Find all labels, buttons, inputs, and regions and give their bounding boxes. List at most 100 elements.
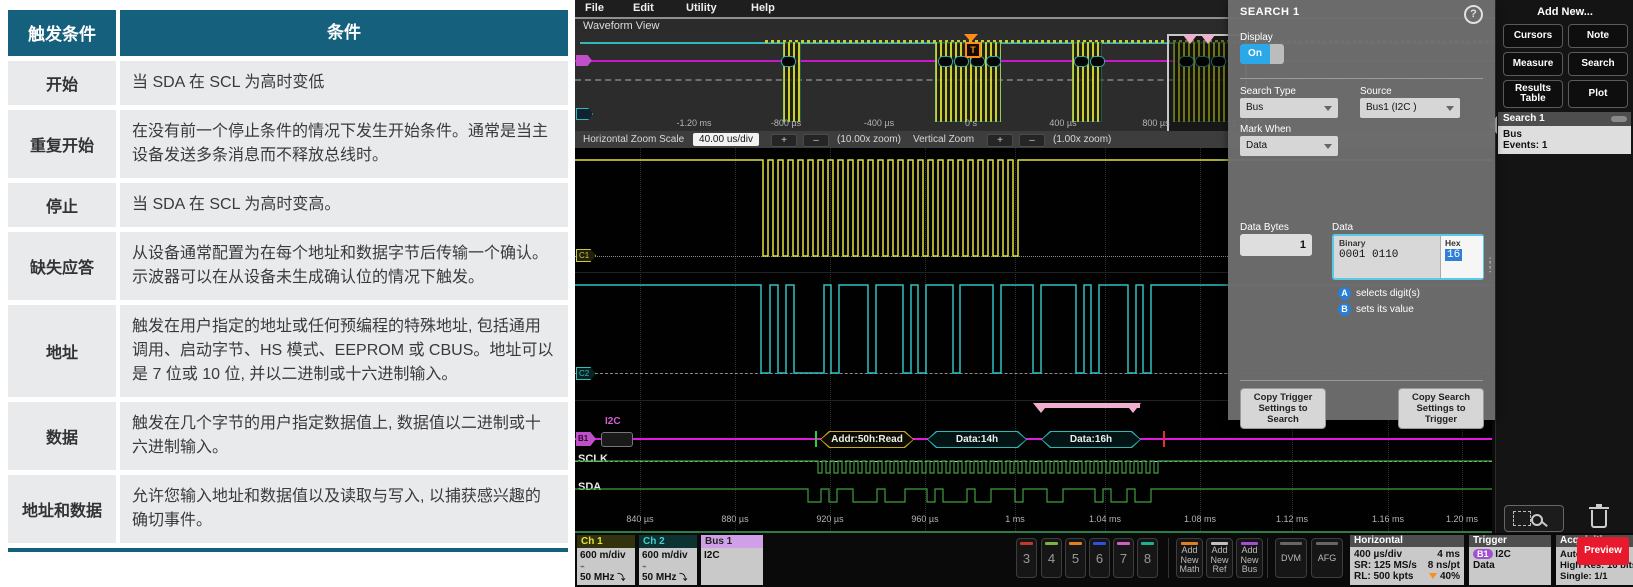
zoom-tick: 1.20 ms — [1446, 514, 1478, 524]
menu-utility[interactable]: Utility — [686, 2, 717, 14]
ch2-bandwidth: 50 MHz — [642, 572, 676, 583]
card-toggle-icon[interactable] — [1611, 116, 1627, 122]
row-label: 缺失应答 — [8, 232, 116, 300]
help-icon[interactable]: ? — [1464, 5, 1483, 24]
mark-when-label: Mark When — [1240, 124, 1291, 135]
trigger-T-badge[interactable]: T — [965, 42, 981, 58]
hex-value-input[interactable]: 16 — [1445, 249, 1462, 261]
hzoom-plus-button[interactable]: + — [771, 134, 797, 147]
zoom-tick: 960 µs — [911, 514, 938, 524]
row-desc: 触发在几个字节的用户指定数据值上, 数据值以二进制或十六进制输入。 — [120, 402, 568, 470]
toggle-knob — [1270, 44, 1284, 64]
add-new-bus-button[interactable]: Add New Bus — [1236, 538, 1263, 578]
knob-b-hint: sets its value — [1356, 304, 1414, 315]
bus1-setting-badge[interactable]: Bus 1 I2C — [701, 535, 763, 585]
zoom-box-icon — [1513, 511, 1531, 526]
binary-value-input[interactable]: 0001 0110 — [1339, 249, 1398, 261]
channel-4-button[interactable]: 4 — [1041, 538, 1062, 578]
add-new-ref-button[interactable]: Add New Ref — [1206, 538, 1233, 578]
channel-7-button[interactable]: 7 — [1113, 538, 1134, 578]
search1-config-panel: SEARCH 1 ? Display On Search Type Bus So… — [1228, 0, 1495, 420]
decode-box-data2[interactable]: Data:16h — [1041, 431, 1141, 448]
data-entry-group: Binary 0001 0110 Hex 16 — [1332, 234, 1484, 280]
ch2-scale: 600 m/div — [642, 550, 688, 561]
vzoom-plus-button[interactable]: + — [987, 134, 1013, 147]
trigger-badge[interactable]: Trigger B1 I2C Data — [1469, 535, 1551, 585]
menu-edit[interactable]: Edit — [633, 2, 654, 14]
horizontal-title: Horizontal — [1350, 535, 1464, 547]
overview-tick: 0 s — [965, 118, 977, 128]
ch1-setting-badge[interactable]: Ch 1 600 m/div ⌁ 50 MHz ⤵ — [577, 535, 635, 585]
chevron-down-icon — [1446, 106, 1454, 111]
row-desc: 触发在用户指定的地址或任何预编程的特殊地址, 包括通用调用、启动字节、HS 模式… — [120, 305, 568, 397]
overview-decode-mark — [938, 56, 953, 67]
zoom-tick: 1.04 ms — [1089, 514, 1121, 524]
data-label: Data — [1332, 222, 1353, 233]
table-row: 地址和数据 允许您输入地址和数据值以及读取与写入, 以捕获感兴趣的确切事件。 — [8, 475, 568, 543]
add-results-table-button[interactable]: Results Table — [1503, 80, 1563, 108]
row-desc: 允许您输入地址和数据值以及读取与写入, 以捕获感兴趣的确切事件。 — [120, 475, 568, 543]
overview-tick: -800 µs — [771, 118, 801, 128]
stop-condition-tick — [1163, 431, 1165, 447]
search-type-dropdown[interactable]: Bus — [1240, 98, 1338, 118]
decode-box-data1[interactable]: Data:14h — [927, 431, 1027, 448]
bandwidth-icon: ⤵ — [617, 573, 625, 582]
mark-when-dropdown[interactable]: Data — [1240, 136, 1338, 156]
preview-button[interactable]: Preview — [1577, 537, 1629, 565]
source-dropdown[interactable]: Bus1 (I2C ) — [1360, 98, 1460, 118]
panel-drag-handle[interactable]: ∶∶∶ — [1489, 258, 1491, 273]
add-measure-button[interactable]: Measure — [1503, 52, 1563, 76]
trigger-position-icon[interactable] — [964, 34, 978, 42]
channel-5-button[interactable]: 5 — [1065, 538, 1086, 578]
toggle-on-label: On — [1240, 44, 1270, 64]
channel-3-button[interactable]: 3 — [1016, 538, 1037, 578]
channel-8-button[interactable]: 8 — [1137, 538, 1158, 578]
trigger-pos-icon — [1429, 573, 1437, 579]
table-header-condition: 条件 — [120, 10, 568, 56]
menu-help[interactable]: Help — [751, 2, 775, 14]
dvm-button[interactable]: DVM — [1275, 538, 1307, 578]
add-note-button[interactable]: Note — [1568, 24, 1628, 48]
decode-box-addr[interactable]: Addr:50h:Read — [820, 431, 914, 448]
data-bytes-input[interactable]: 1 — [1240, 234, 1312, 256]
row-label: 数据 — [8, 402, 116, 470]
divider — [1267, 538, 1268, 578]
channel-6-button[interactable]: 6 — [1089, 538, 1110, 578]
overview-tick: 800 µs — [1142, 118, 1169, 128]
search-mark-icon — [1033, 403, 1049, 413]
overview-decode-mark — [781, 56, 796, 67]
ch2-badge-icon[interactable] — [576, 108, 593, 120]
afg-button[interactable]: AFG — [1311, 538, 1343, 578]
zoom-tool-button[interactable] — [1504, 505, 1564, 532]
menu-file[interactable]: File — [585, 2, 604, 14]
bus1-badge-icon[interactable] — [576, 55, 592, 66]
table-row: 缺失应答 从设备通常配置为在每个地址和数据字节后传输一个确认。示波器可以在从设备… — [8, 232, 568, 300]
display-toggle[interactable]: On — [1240, 44, 1286, 64]
trigger-title: Trigger — [1469, 535, 1551, 547]
hzoom-scale-input[interactable]: 40.00 us/div — [693, 133, 759, 146]
hex-subpanel: Hex 16 — [1440, 236, 1483, 278]
add-plot-button[interactable]: Plot — [1568, 80, 1628, 108]
copy-trigger-to-search-button[interactable]: Copy Trigger Settings to Search — [1240, 388, 1326, 429]
binary-label: Binary — [1339, 238, 1365, 248]
bus-collapsed-box[interactable] — [601, 432, 633, 447]
table-row: 数据 触发在几个字节的用户指定数据值上, 数据值以二进制或十六进制输入。 — [8, 402, 568, 470]
magnifier-handle-icon — [1541, 521, 1548, 527]
copy-search-to-trigger-button[interactable]: Copy Search Settings to Trigger — [1398, 388, 1484, 429]
ch1-scale: 600 m/div — [580, 550, 626, 561]
zoom-tick: 880 µs — [721, 514, 748, 524]
add-search-button[interactable]: Search — [1568, 52, 1628, 76]
trash-button[interactable] — [1588, 504, 1610, 530]
search1-result-card[interactable]: Search 1 Bus Events: 1 — [1498, 112, 1631, 154]
magnifier-icon — [1531, 514, 1543, 526]
table-header-row: 触发条件 条件 — [8, 10, 568, 56]
tab-waveform-view[interactable]: Waveform View — [583, 20, 659, 32]
horizontal-badge[interactable]: Horizontal 400 µs/div4 ms SR: 125 MS/s8 … — [1350, 535, 1464, 585]
ch2-setting-badge[interactable]: Ch 2 600 m/div ⌁ 50 MHz ⤵ — [639, 535, 697, 585]
hzoom-minus-button[interactable]: – — [803, 134, 829, 147]
add-new-math-button[interactable]: Add New Math — [1176, 538, 1203, 578]
zoom-tick: 1.08 ms — [1184, 514, 1216, 524]
add-cursors-button[interactable]: Cursors — [1503, 24, 1563, 48]
bus1-badge[interactable]: B1 — [576, 432, 596, 446]
vzoom-minus-button[interactable]: – — [1019, 134, 1045, 147]
